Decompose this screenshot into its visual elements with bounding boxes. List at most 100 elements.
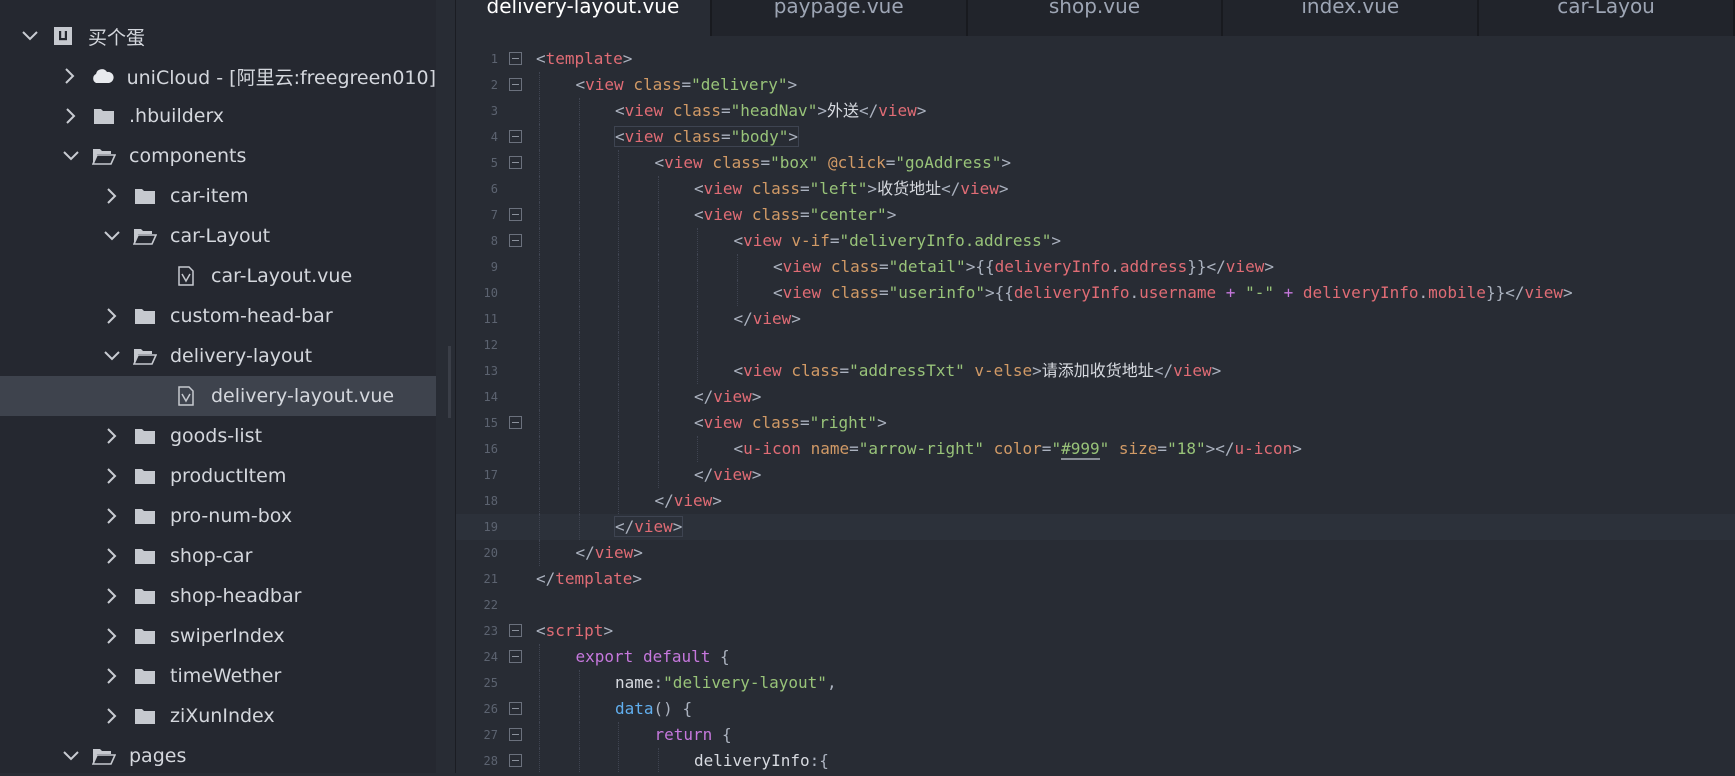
splitter-grip[interactable] <box>448 346 451 418</box>
code-editor[interactable]: 1 <template> 2 <view class="delivery"> 3 <vie… <box>456 36 1735 773</box>
fold-toggle-icon[interactable] <box>509 208 522 221</box>
code-line[interactable]: 22 <box>456 592 1735 618</box>
code-line[interactable]: 7 <view class="center"> <box>456 202 1735 228</box>
tree-item[interactable]: car-item <box>0 176 436 216</box>
chevron-right-icon[interactable] <box>100 184 124 208</box>
chevron-right-icon[interactable] <box>100 704 124 728</box>
code-token: = <box>878 257 889 276</box>
chevron-right-icon[interactable] <box>100 624 124 648</box>
code-token: "body" <box>730 127 789 146</box>
code-line[interactable]: 18 </view> <box>456 488 1735 514</box>
tree-item[interactable]: car-Layout.vue <box>0 256 436 296</box>
chevron-right-icon[interactable] <box>100 544 124 568</box>
chevron-right-icon[interactable] <box>100 424 124 448</box>
code-line[interactable]: 21 </template> <box>456 566 1735 592</box>
tree-item[interactable]: 买个蛋 <box>0 16 436 56</box>
code-line[interactable]: 6 <view class="left">收货地址</view> <box>456 176 1735 202</box>
fold-toggle-icon[interactable] <box>509 702 522 715</box>
editor-tab[interactable]: index.vue <box>1223 0 1480 36</box>
tree-item[interactable]: timeWether <box>0 656 436 696</box>
code-line[interactable]: 8 <view v-if="deliveryInfo.address"> <box>456 228 1735 254</box>
code-line[interactable]: 4 <view class="body"> <box>456 124 1735 150</box>
code-token: </ <box>1206 257 1226 276</box>
fold-toggle-icon[interactable] <box>509 650 522 663</box>
code-line[interactable]: 25 name:"delivery-layout", <box>456 670 1735 696</box>
chevron-down-icon[interactable] <box>100 224 124 248</box>
code-text: <view class="detail">{{deliveryInfo.addr… <box>773 254 1274 280</box>
chevron-right-icon[interactable] <box>59 104 83 128</box>
tree-item[interactable]: goods-list <box>0 416 436 456</box>
code-line[interactable]: 19 </view> <box>456 514 1735 540</box>
tree-item[interactable]: pages <box>0 736 436 776</box>
code-line[interactable]: 11 </view> <box>456 306 1735 332</box>
tree-item[interactable]: delivery-layout <box>0 336 436 376</box>
chevron-right-icon[interactable] <box>100 584 124 608</box>
code-line[interactable]: 15 <view class="right"> <box>456 410 1735 436</box>
line-number: 3 <box>490 104 498 118</box>
tree-item[interactable]: shop-car <box>0 536 436 576</box>
code-token: view <box>634 517 673 536</box>
tree-item[interactable]: ziXunIndex <box>0 696 436 736</box>
tree-item[interactable]: shop-headbar <box>0 576 436 616</box>
chevron-right-icon[interactable] <box>100 504 124 528</box>
code-line[interactable]: 24 export default { <box>456 644 1735 670</box>
code-line[interactable]: 14 </view> <box>456 384 1735 410</box>
tree-item[interactable]: swiperIndex <box>0 616 436 656</box>
chevron-down-icon[interactable] <box>18 24 42 48</box>
tree-item[interactable]: custom-head-bar <box>0 296 436 336</box>
fold-toggle-icon[interactable] <box>509 156 522 169</box>
chevron-right-icon[interactable] <box>100 304 124 328</box>
editor-tab[interactable]: car-Layou <box>1479 0 1735 36</box>
code-line[interactable]: 16 <u-icon name="arrow-right" color="#999… <box>456 436 1735 462</box>
tree-item[interactable]: delivery-layout.vue <box>0 376 436 416</box>
code-line[interactable]: 27 return { <box>456 722 1735 748</box>
code-line[interactable]: 17 </view> <box>456 462 1735 488</box>
chevron-down-icon[interactable] <box>59 744 83 768</box>
fold-toggle-icon[interactable] <box>509 234 522 247</box>
line-number: 5 <box>490 156 498 170</box>
tree-item[interactable]: .hbuilderx <box>0 96 436 136</box>
chevron-right-icon[interactable] <box>100 464 124 488</box>
chevron-down-icon[interactable] <box>59 144 83 168</box>
code-line[interactable]: 5 <view class="box" @click="goAddress"> <box>456 150 1735 176</box>
editor-tab[interactable]: shop.vue <box>968 0 1224 36</box>
fold-toggle-icon[interactable] <box>509 130 522 143</box>
fold-toggle-icon[interactable] <box>509 78 522 91</box>
indent-guide <box>539 540 540 566</box>
code-line[interactable]: 28 deliveryInfo:{ <box>456 748 1735 773</box>
code-line[interactable]: 23 <script> <box>456 618 1735 644</box>
indent-guide <box>618 306 619 332</box>
fold-toggle-icon[interactable] <box>509 754 522 767</box>
code-line[interactable]: 20 </view> <box>456 540 1735 566</box>
fold-toggle-icon[interactable] <box>509 416 522 429</box>
code-token: "left" <box>809 179 868 198</box>
editor-tab[interactable]: paypage.vue <box>712 0 968 36</box>
tree-item[interactable]: car-Layout <box>0 216 436 256</box>
fold-toggle-icon[interactable] <box>509 624 522 637</box>
chevron-down-icon[interactable] <box>100 344 124 368</box>
code-line[interactable]: 1 <template> <box>456 46 1735 72</box>
tree-item[interactable]: productItem <box>0 456 436 496</box>
code-line[interactable]: 9 <view class="detail">{{deliveryInfo.add… <box>456 254 1735 280</box>
editor-tab[interactable]: delivery-layout.vue <box>456 0 712 36</box>
code-line[interactable]: 3 <view class="headNav">外送</view> <box>456 98 1735 124</box>
code-line[interactable]: 12 <box>456 332 1735 358</box>
code-line[interactable]: 13 <view class="addressTxt" v-else>请添加收货地… <box>456 358 1735 384</box>
fold-toggle-icon[interactable] <box>509 52 522 65</box>
fold-toggle-icon[interactable] <box>509 728 522 741</box>
code-line[interactable]: 10 <view class="userinfo">{{deliveryInfo.… <box>456 280 1735 306</box>
code-token: > <box>1211 361 1222 380</box>
code-line[interactable]: 26 data() { <box>456 696 1735 722</box>
chevron-right-icon[interactable] <box>59 64 82 88</box>
code-line[interactable]: 2 <view class="delivery"> <box>456 72 1735 98</box>
tree-item[interactable]: pro-num-box <box>0 496 436 536</box>
code-token: = <box>720 101 731 120</box>
line-number: 10 <box>483 286 498 300</box>
indent-guide <box>578 176 580 202</box>
tree-item[interactable]: components <box>0 136 436 176</box>
chevron-right-icon[interactable] <box>100 664 124 688</box>
tree-item[interactable]: uniCloud - [阿里云:freegreen010] <box>0 56 436 96</box>
